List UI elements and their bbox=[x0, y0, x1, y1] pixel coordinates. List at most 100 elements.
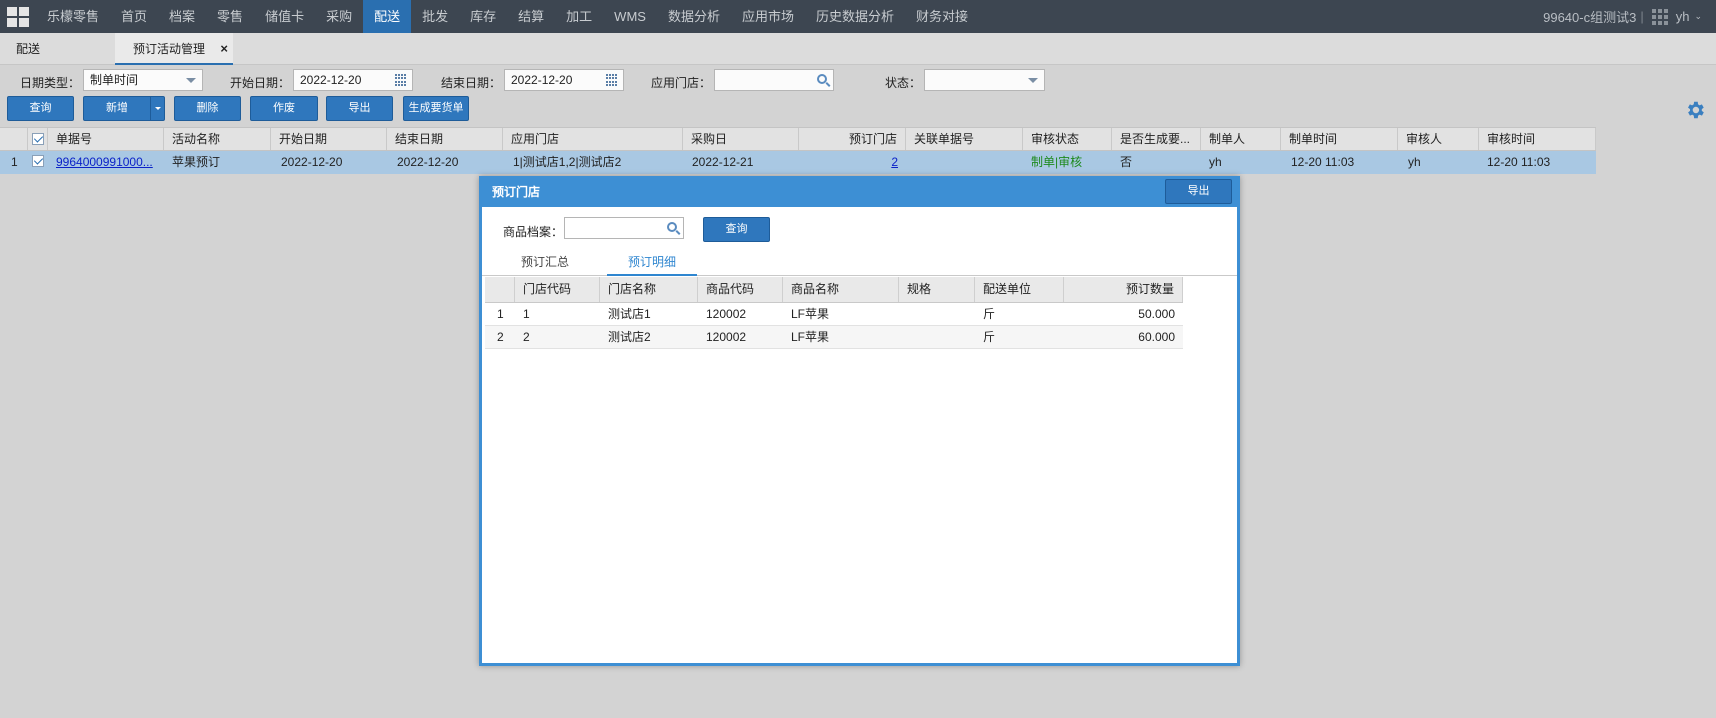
org-name[interactable]: 99640-c组测试3 bbox=[1543, 7, 1636, 26]
col-maker[interactable]: 制单人 bbox=[1201, 128, 1281, 150]
doc-no-link[interactable]: 9964000991000... bbox=[48, 151, 160, 174]
dialog-title-bar: 预订门店 bbox=[482, 179, 1237, 207]
grid-header-checkbox[interactable] bbox=[28, 128, 48, 150]
table-row[interactable]: 1 9964000991000... 苹果预订 2022-12-20 2022-… bbox=[0, 151, 1596, 174]
date-type-select[interactable]: 制单时间 bbox=[83, 69, 203, 91]
nav-item-history-analysis[interactable]: 历史数据分析 bbox=[805, 0, 905, 33]
nav-item-purchase[interactable]: 采购 bbox=[315, 0, 363, 33]
cell-unit: 斤 bbox=[983, 307, 996, 321]
end-date-input[interactable]: 2022-12-20 bbox=[504, 69, 624, 91]
col-product-code[interactable]: 商品代码 bbox=[698, 277, 783, 302]
date-type-value: 制单时间 bbox=[90, 73, 139, 87]
status-badge: 制单|审核 bbox=[1031, 155, 1083, 169]
nav-item-app-market[interactable]: 应用市场 bbox=[731, 0, 805, 33]
cell-store-name: 测试店1 bbox=[608, 307, 651, 321]
gear-icon[interactable] bbox=[1684, 99, 1706, 121]
order-stores-link[interactable]: 2 bbox=[799, 151, 906, 174]
query-button[interactable]: 查询 bbox=[7, 96, 74, 121]
close-icon[interactable]: × bbox=[220, 33, 228, 65]
col-audit-status[interactable]: 审核状态 bbox=[1023, 128, 1112, 150]
col-product-name[interactable]: 商品名称 bbox=[783, 277, 899, 302]
void-button[interactable]: 作废 bbox=[250, 96, 318, 121]
cell-auditor: yh bbox=[1408, 155, 1421, 169]
export-button[interactable]: 导出 bbox=[326, 96, 393, 121]
cell-spec bbox=[899, 303, 975, 325]
col-related-doc[interactable]: 关联单据号 bbox=[906, 128, 1023, 150]
start-date-label: 开始日期： bbox=[230, 76, 291, 90]
col-qty[interactable]: 预订数量 bbox=[1064, 277, 1183, 302]
row-index: 1 bbox=[497, 307, 504, 321]
search-icon[interactable] bbox=[817, 74, 827, 84]
dialog-query-button[interactable]: 查询 bbox=[703, 217, 770, 242]
delete-button[interactable]: 删除 bbox=[174, 96, 241, 121]
col-store-name[interactable]: 门店名称 bbox=[600, 277, 698, 302]
col-activity[interactable]: 活动名称 bbox=[164, 128, 271, 150]
generate-order-button[interactable]: 生成要货单 bbox=[403, 96, 469, 121]
nav-item-archive[interactable]: 档案 bbox=[158, 0, 206, 33]
nav-item-stored-value-card[interactable]: 储值卡 bbox=[254, 0, 315, 33]
col-audit-time[interactable]: 审核时间 bbox=[1479, 128, 1596, 150]
table-row[interactable]: 1 1 测试店1 120002 LF苹果 斤 50.000 bbox=[485, 303, 1183, 326]
cell-activity: 苹果预订 bbox=[172, 155, 221, 169]
nav-item-home[interactable]: 首页 bbox=[110, 0, 158, 33]
nav-item-inventory[interactable]: 库存 bbox=[459, 0, 507, 33]
row-checkbox[interactable] bbox=[32, 155, 44, 167]
product-filter-input[interactable] bbox=[564, 217, 684, 239]
col-unit[interactable]: 配送单位 bbox=[975, 277, 1064, 302]
nav-item-settlement[interactable]: 结算 bbox=[507, 0, 555, 33]
nav-item-retail[interactable]: 零售 bbox=[206, 0, 254, 33]
store-input[interactable] bbox=[714, 69, 834, 91]
col-generated[interactable]: 是否生成要... bbox=[1112, 128, 1201, 150]
calendar-icon[interactable] bbox=[606, 74, 619, 86]
tab-preorder-summary[interactable]: 预订汇总 bbox=[521, 252, 569, 276]
chevron-down-icon[interactable]: ⌄ bbox=[1694, 11, 1702, 22]
col-store-code[interactable]: 门店代码 bbox=[515, 277, 600, 302]
col-start-date[interactable]: 开始日期 bbox=[271, 128, 387, 150]
col-auditor[interactable]: 审核人 bbox=[1398, 128, 1479, 150]
grid-header: 单据号 活动名称 开始日期 结束日期 应用门店 采购日 预订门店 关联单据号 审… bbox=[0, 127, 1596, 151]
date-type-label: 日期类型： bbox=[20, 76, 81, 90]
nav-item-finance[interactable]: 财务对接 bbox=[905, 0, 979, 33]
dialog-export-button[interactable]: 导出 bbox=[1165, 179, 1232, 204]
app-switcher-icon[interactable] bbox=[1651, 8, 1668, 25]
preorder-stores-dialog: 预订门店 商品档案： 查询 预订汇总 预订明细 门店代码 门店名称 商品代码 商… bbox=[479, 176, 1240, 666]
tab-preorder-activity[interactable]: 预订活动管理 × bbox=[115, 33, 233, 65]
col-order-stores[interactable]: 预订门店 bbox=[799, 128, 906, 150]
col-stores[interactable]: 应用门店 bbox=[503, 128, 683, 150]
cell-product-code: 120002 bbox=[706, 330, 747, 344]
dialog-tabs: 预订汇总 预订明细 bbox=[482, 252, 1237, 276]
topnav-right: 99640-c组测试3 | yh ⌄ bbox=[1543, 0, 1702, 33]
cell-related-doc bbox=[906, 151, 1023, 174]
col-purchase-day[interactable]: 采购日 bbox=[683, 128, 799, 150]
chevron-down-icon[interactable] bbox=[150, 97, 164, 120]
tab-distribution[interactable]: 配送 bbox=[16, 33, 40, 65]
row-index: 2 bbox=[497, 330, 504, 344]
table-row[interactable]: 2 2 测试店2 120002 LF苹果 斤 60.000 bbox=[485, 326, 1183, 349]
calendar-icon[interactable] bbox=[395, 74, 408, 86]
nav-item-wms[interactable]: WMS bbox=[603, 0, 657, 33]
nav-item-lemeng-retail[interactable]: 乐檬零售 bbox=[36, 0, 110, 33]
col-end-date[interactable]: 结束日期 bbox=[387, 128, 503, 150]
row-checkbox-cell[interactable] bbox=[28, 151, 48, 174]
cell-product-name: LF苹果 bbox=[791, 307, 830, 321]
cell-product-code: 120002 bbox=[706, 307, 747, 321]
nav-item-data-analysis[interactable]: 数据分析 bbox=[657, 0, 731, 33]
col-make-time[interactable]: 制单时间 bbox=[1281, 128, 1398, 150]
nav-item-wholesale[interactable]: 批发 bbox=[411, 0, 459, 33]
nav-item-distribution[interactable]: 配送 bbox=[363, 0, 412, 33]
add-button[interactable]: 新增 bbox=[83, 96, 165, 121]
detail-table: 门店代码 门店名称 商品代码 商品名称 规格 配送单位 预订数量 1 1 测试店… bbox=[485, 277, 1237, 349]
separator: | bbox=[1640, 9, 1644, 24]
cell-qty: 50.000 bbox=[1138, 307, 1175, 321]
tab-preorder-detail[interactable]: 预订明细 bbox=[607, 252, 697, 276]
col-spec[interactable]: 规格 bbox=[899, 277, 975, 302]
select-all-checkbox[interactable] bbox=[32, 133, 44, 145]
status-select[interactable] bbox=[924, 69, 1045, 91]
search-icon[interactable] bbox=[667, 222, 677, 232]
nav-item-processing[interactable]: 加工 bbox=[555, 0, 603, 33]
nav-menu: 乐檬零售 首页 档案 零售 储值卡 采购 配送 批发 库存 结算 加工 WMS … bbox=[36, 0, 979, 33]
apps-icon[interactable] bbox=[0, 0, 36, 33]
start-date-input[interactable]: 2022-12-20 bbox=[293, 69, 413, 91]
user-name[interactable]: yh bbox=[1676, 9, 1690, 24]
col-doc-no[interactable]: 单据号 bbox=[48, 128, 164, 150]
